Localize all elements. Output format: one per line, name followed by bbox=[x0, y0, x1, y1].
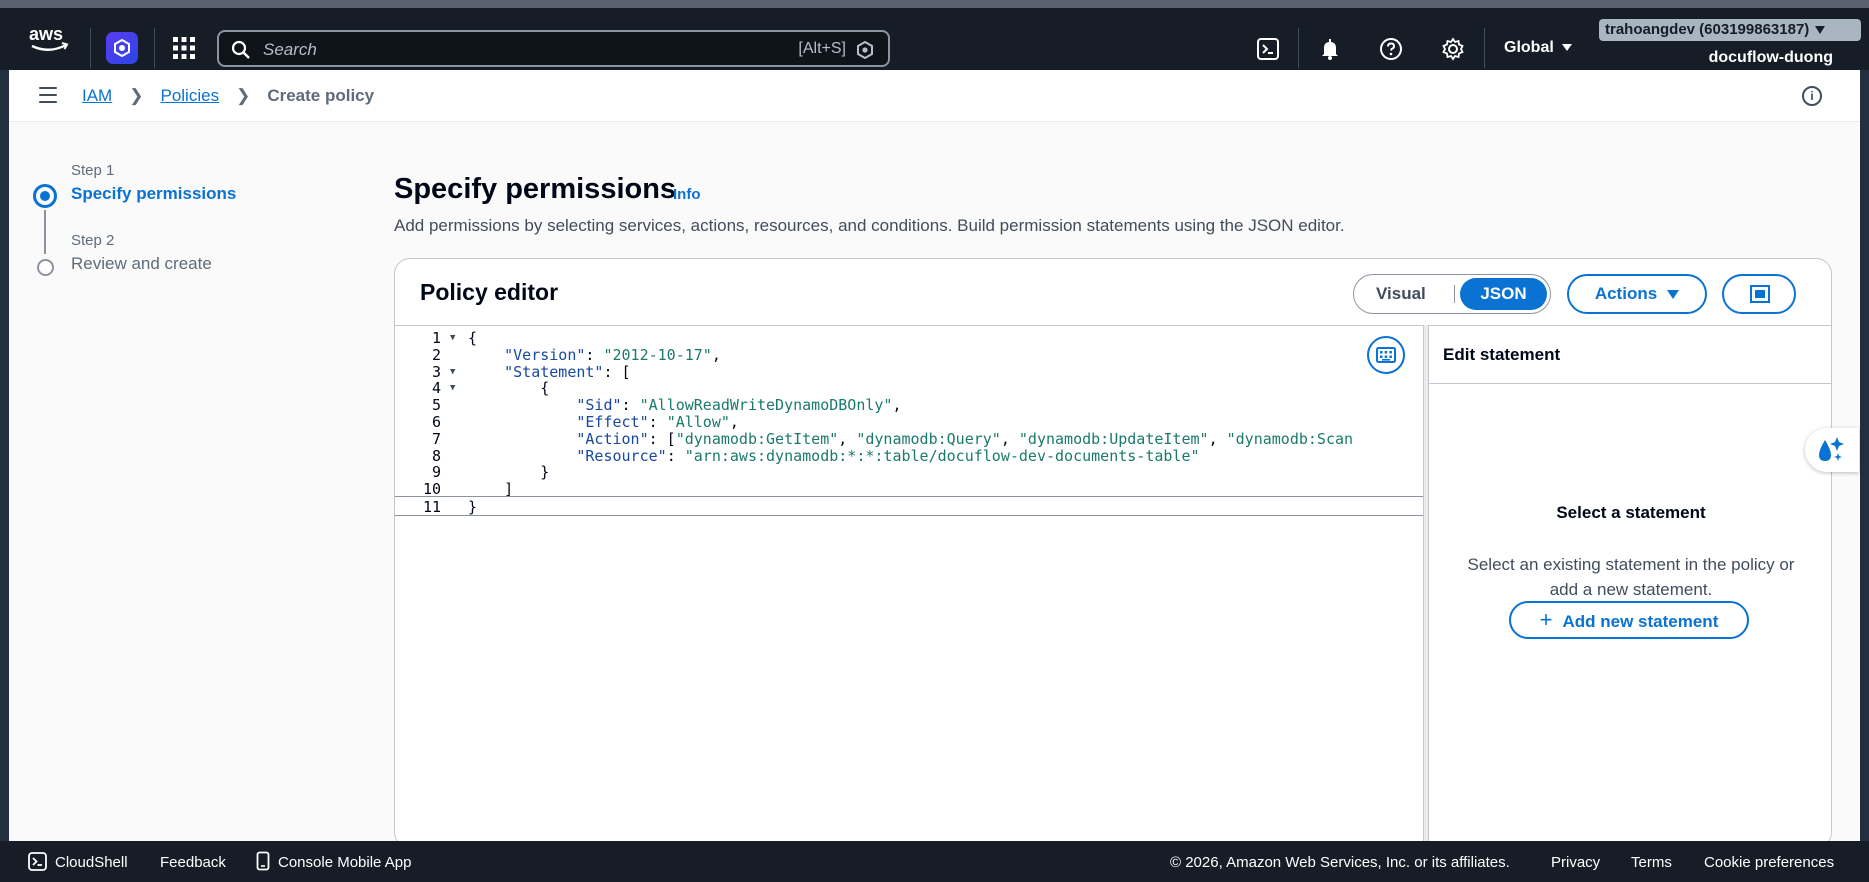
hamburger-menu-icon[interactable] bbox=[39, 87, 57, 103]
actions-label: Actions bbox=[1594, 284, 1658, 303]
chevron-right-icon: ❯ bbox=[236, 86, 251, 105]
footer-feedback-link[interactable]: Feedback bbox=[160, 854, 226, 871]
footer-privacy-link[interactable]: Privacy bbox=[1551, 854, 1600, 871]
visual-mode-button[interactable]: Visual bbox=[1376, 284, 1426, 304]
info-icon[interactable]: i bbox=[1802, 86, 1822, 106]
code-text: } bbox=[468, 498, 478, 516]
aws-logo-icon[interactable]: aws bbox=[28, 24, 70, 54]
step-active-icon bbox=[33, 184, 57, 208]
help-icon[interactable] bbox=[1379, 37, 1403, 61]
divider bbox=[1454, 285, 1455, 303]
mobile-app-icon bbox=[256, 851, 270, 875]
line-number: 11 bbox=[422, 498, 441, 516]
policy-editor-card: Policy editor Visual JSON Actions 1 ▼{2 "… bbox=[394, 258, 1832, 848]
search-icon bbox=[231, 40, 251, 65]
account-menu[interactable]: trahoangdev (603199863187) bbox=[1599, 19, 1861, 41]
gear-icon[interactable] bbox=[1441, 37, 1465, 61]
cloudshell-footer-icon[interactable] bbox=[28, 852, 47, 875]
breadcrumb-iam[interactable]: IAM bbox=[82, 86, 112, 106]
step-connector bbox=[44, 210, 46, 254]
editor-mode-toggle: Visual JSON bbox=[1353, 274, 1551, 314]
policy-editor-title: Policy editor bbox=[420, 279, 559, 305]
step1-link[interactable]: Specify permissions bbox=[71, 184, 236, 204]
page-title: Specify permissions bbox=[394, 173, 677, 205]
breadcrumb-current: Create policy bbox=[267, 86, 375, 105]
breadcrumb-bar: IAM ❯ Policies ❯ Create policy i bbox=[9, 70, 1860, 122]
step2-label: Step 2 bbox=[71, 232, 115, 249]
account-label: trahoangdev (603199863187) bbox=[1605, 21, 1810, 38]
caret-down-icon bbox=[1667, 290, 1680, 300]
footer-terms-link[interactable]: Terms bbox=[1631, 854, 1672, 871]
divider bbox=[1484, 28, 1485, 68]
page-description: Add permissions by selecting services, a… bbox=[394, 216, 1345, 235]
search-placeholder: Search bbox=[263, 40, 317, 59]
edit-statement-panel: Edit statement Select a statement Select… bbox=[1429, 325, 1831, 847]
chevron-down-icon bbox=[1815, 26, 1826, 35]
footer: CloudShell Feedback Console Mobile App ©… bbox=[0, 841, 1869, 882]
footer-cookie-preferences-link[interactable]: Cookie preferences bbox=[1704, 854, 1834, 871]
json-code-editor[interactable]: 1 ▼{2 "Version": "2012-10-17", 3 ▼ "Stateme… bbox=[395, 325, 1423, 847]
select-statement-text: Select an existing statement in the poli… bbox=[1467, 555, 1795, 599]
edit-statement-title: Edit statement bbox=[1429, 326, 1831, 384]
footer-cloudshell-link[interactable]: CloudShell bbox=[55, 854, 128, 871]
step-inactive-icon bbox=[37, 259, 54, 276]
sparkle-icon bbox=[1819, 437, 1844, 461]
cloudshell-icon[interactable] bbox=[1256, 37, 1280, 61]
amazon-q-assistant-button[interactable] bbox=[1805, 428, 1859, 472]
assistant-icon bbox=[856, 40, 874, 64]
step1-label: Step 1 bbox=[71, 162, 115, 179]
region-selector[interactable]: Global bbox=[1504, 39, 1572, 57]
plus-icon: + bbox=[1539, 607, 1553, 632]
select-statement-heading: Select a statement bbox=[1556, 503, 1706, 522]
chevron-down-icon bbox=[1561, 44, 1572, 52]
fullscreen-icon bbox=[1750, 285, 1770, 303]
main-panel: IAM ❯ Policies ❯ Create policy i Step 1 … bbox=[9, 70, 1860, 848]
bell-icon[interactable] bbox=[1318, 37, 1342, 61]
code-line[interactable]: 11} bbox=[395, 496, 1423, 516]
divider bbox=[1298, 28, 1299, 68]
footer-mobile-app-link[interactable]: Console Mobile App bbox=[278, 854, 411, 871]
json-mode-button[interactable]: JSON bbox=[1460, 278, 1547, 310]
breadcrumb-policies[interactable]: Policies bbox=[160, 86, 219, 106]
breadcrumb: IAM ❯ Policies ❯ Create policy bbox=[82, 86, 374, 106]
footer-copyright: © 2026, Amazon Web Services, Inc. or its… bbox=[1170, 854, 1510, 871]
region-label: Global bbox=[1504, 39, 1554, 56]
svg-text:aws: aws bbox=[29, 24, 63, 44]
divider bbox=[154, 28, 155, 68]
search-shortcut: [Alt+S] bbox=[798, 40, 846, 57]
actions-dropdown-button[interactable]: Actions bbox=[1567, 274, 1707, 314]
fullscreen-button[interactable] bbox=[1722, 274, 1796, 314]
divider bbox=[90, 28, 91, 68]
add-new-statement-label: Add new statement bbox=[1562, 612, 1719, 631]
service-tile-icon[interactable] bbox=[106, 32, 138, 64]
account-alias: docuflow-duong bbox=[1708, 49, 1833, 66]
chevron-right-icon: ❯ bbox=[129, 86, 144, 105]
search-input[interactable]: Search [Alt+S] bbox=[217, 30, 890, 67]
services-grid-icon[interactable] bbox=[172, 36, 196, 60]
step2-title: Review and create bbox=[71, 254, 212, 273]
top-navigation: aws Search [Alt+S] Global trahoangdev (6… bbox=[0, 0, 1869, 70]
content-area: Step 1 Specify permissions Step 2 Review… bbox=[9, 122, 1860, 848]
info-link[interactable]: Info bbox=[673, 186, 701, 203]
add-new-statement-button[interactable]: + Add new statement bbox=[1509, 601, 1749, 639]
